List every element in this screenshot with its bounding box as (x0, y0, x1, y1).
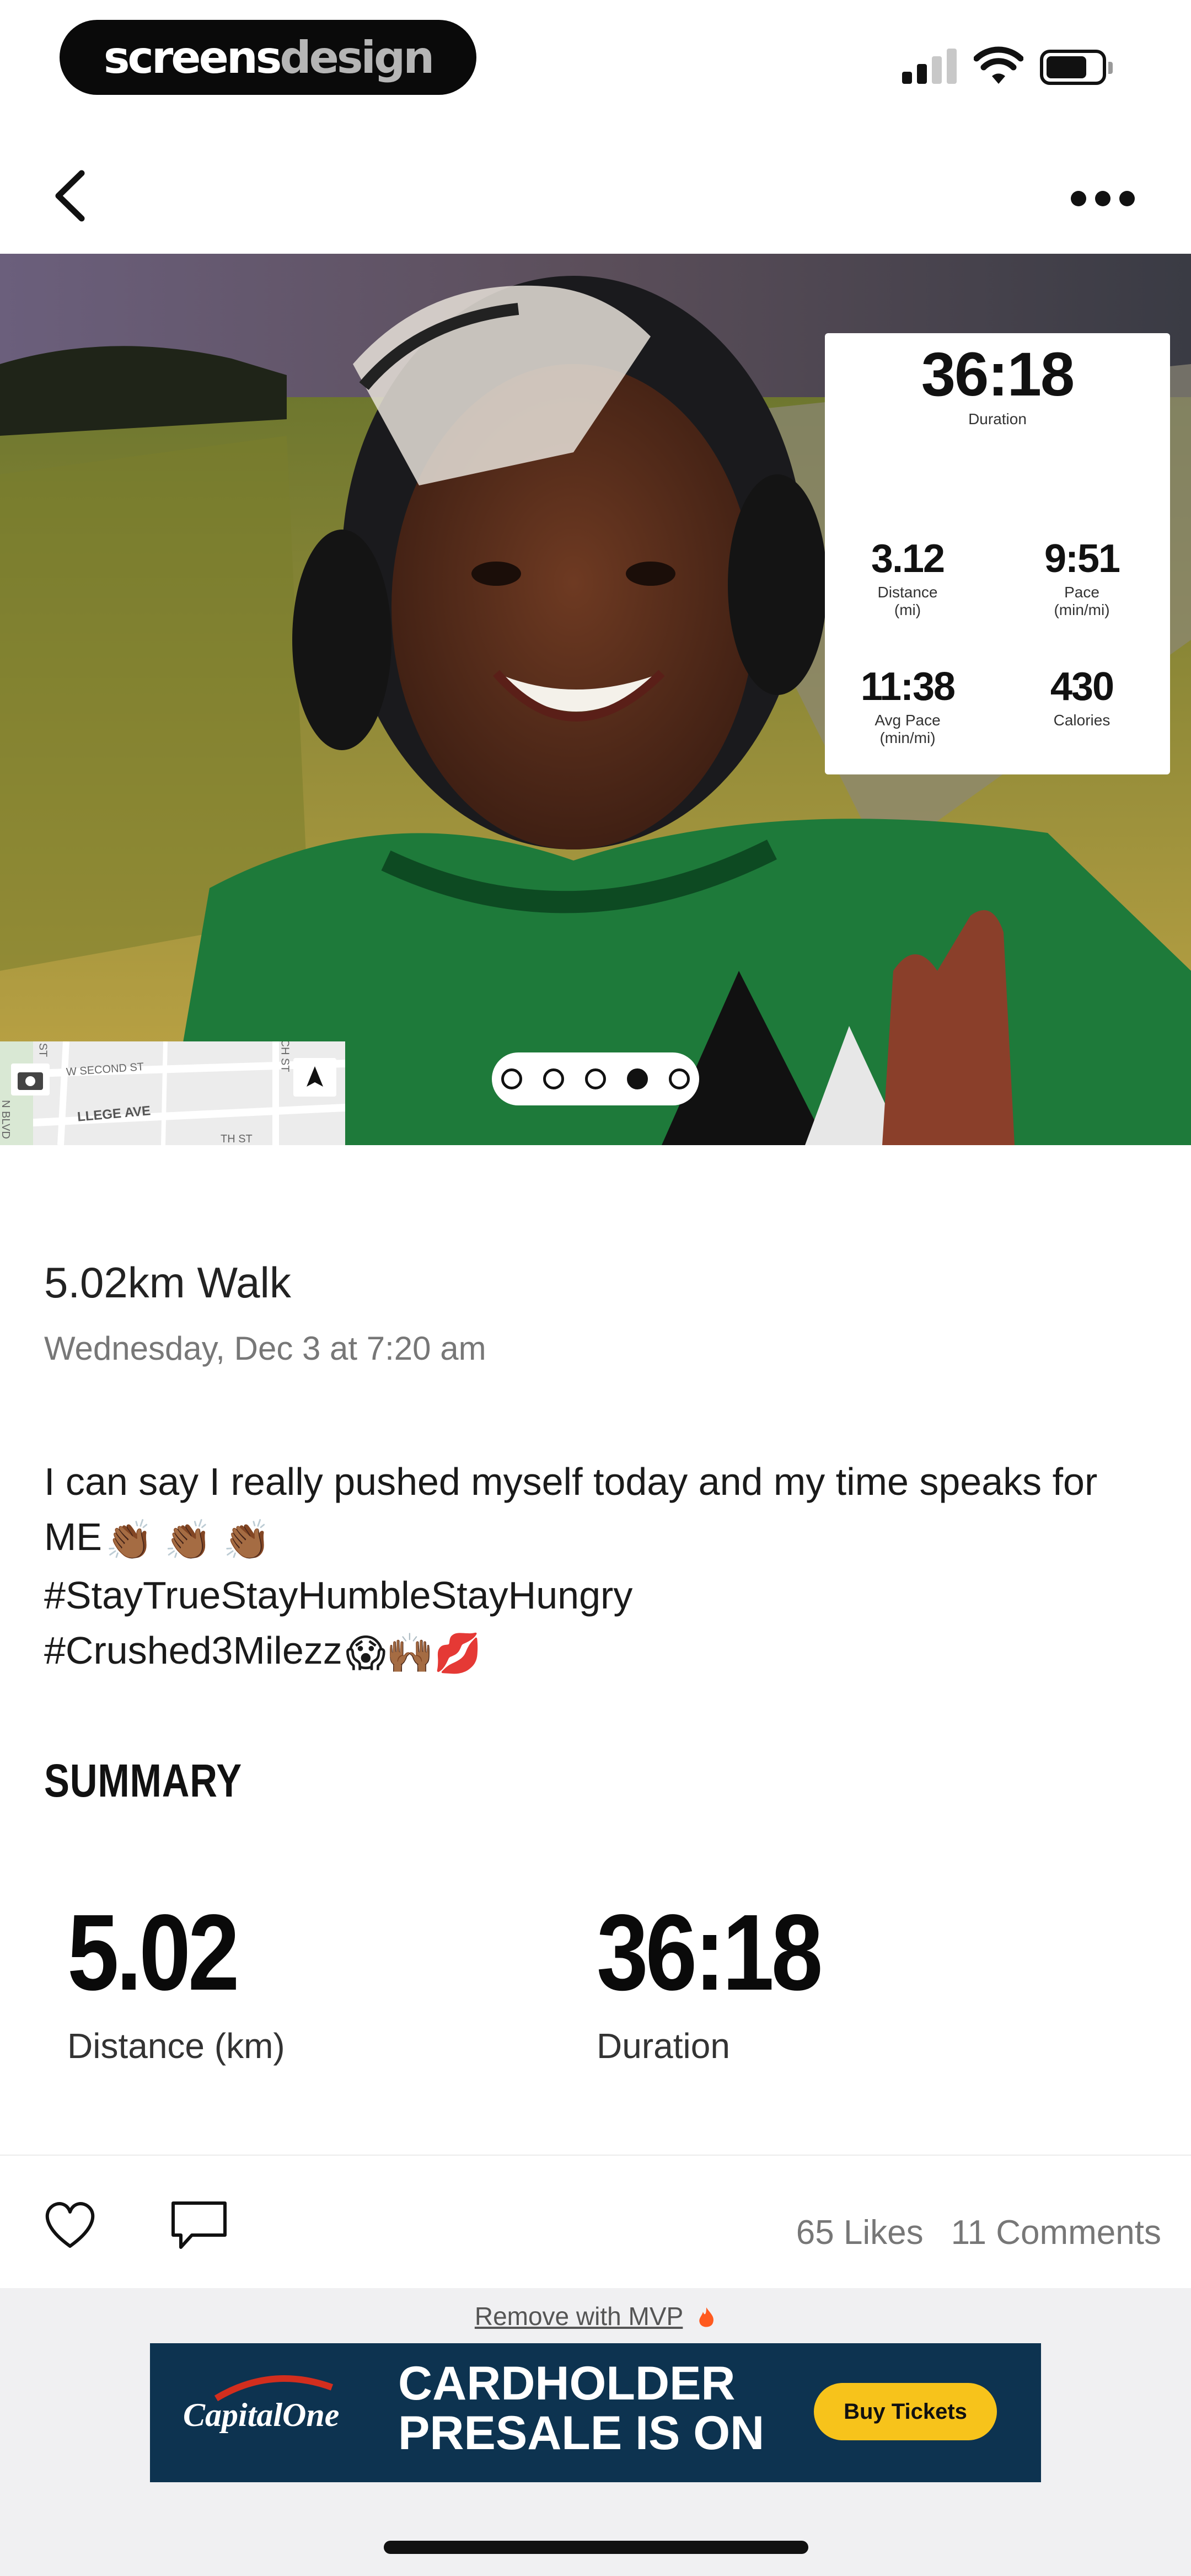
engagement-counts: 65 Likes 11 Comments (796, 2213, 1161, 2252)
clapping-hands-emoji: 👏🏾 👏🏾 👏🏾 (105, 1518, 271, 1562)
card-avg-pace-unit: (min/mi) (879, 729, 936, 746)
card-distance-label: Distance (877, 584, 938, 601)
brand-text-part1: screens (103, 31, 282, 83)
card-duration: 36:18 Duration (825, 333, 1170, 428)
ad-banner[interactable]: CapitalOne CARDHOLDER PRESALE IS ON Buy … (150, 2343, 1041, 2482)
summary-distance-value: 5.02 (67, 1892, 240, 2013)
carousel-dot[interactable] (585, 1068, 606, 1089)
activity-date: Wednesday, Dec 3 at 7:20 am (44, 1330, 486, 1367)
card-calories-value: 430 (1050, 665, 1114, 709)
carousel-dot[interactable] (627, 1068, 648, 1089)
card-distance-value: 3.12 (871, 537, 945, 581)
carousel-dot[interactable] (501, 1068, 522, 1089)
hashtag-link[interactable]: #Crushed3Milezz (44, 1629, 342, 1672)
comment-icon (171, 2201, 227, 2249)
cellular-signal-icon (902, 49, 957, 84)
battery-icon (1040, 50, 1113, 85)
summary-duration: 36:18 Duration (597, 1898, 856, 2070)
summary-duration-value: 36:18 (597, 1892, 823, 2013)
home-indicator[interactable] (384, 2541, 808, 2554)
card-calories: 430 Calories (1010, 662, 1154, 729)
ad-brand-logo: CapitalOne (183, 2397, 340, 2433)
ad-headline: CARDHOLDER PRESALE IS ON (398, 2357, 765, 2460)
activity-description: I can say I really pushed myself today a… (44, 1454, 1158, 1681)
summary-heading: SUMMARY (44, 1755, 243, 1807)
more-options-button[interactable] (1059, 182, 1147, 215)
card-pace-label: Pace (1064, 584, 1099, 601)
chevron-left-icon (55, 170, 85, 222)
like-button[interactable] (40, 2196, 100, 2252)
card-distance: 3.12 Distance (mi) (836, 534, 979, 619)
route-map (0, 1041, 345, 1145)
carousel-page-indicator[interactable] (492, 1052, 699, 1105)
brand-text-part2: design (280, 31, 434, 83)
status-bar: screens design (0, 0, 1191, 127)
hashtag-link[interactable]: #StayTrueStayHumbleStayHungry (44, 1568, 1158, 1623)
map-street-label-6: TH ST (221, 1133, 253, 1145)
post-actions-bar: 65 Likes 11 Comments (0, 2156, 1191, 2288)
card-avg-pace-value: 11:38 (860, 665, 956, 709)
map-street-label-3: N BLVD (0, 1100, 12, 1139)
carousel-dot[interactable] (669, 1068, 690, 1089)
remove-ads-text[interactable]: Remove with MVP (475, 2302, 683, 2331)
card-calories-label: Calories (1053, 712, 1110, 729)
card-pace-value: 9:51 (1044, 537, 1120, 581)
workout-stats-card: 36:18 Duration 3.12 Distance (mi) 9:51 P… (825, 333, 1170, 774)
likes-count[interactable]: 65 Likes (796, 2214, 924, 2252)
remove-ads-link[interactable]: Remove with MVP (0, 2301, 1191, 2331)
card-duration-value: 36:18 (921, 340, 1075, 409)
flame-icon (699, 2307, 714, 2327)
ad-area: Remove with MVP CapitalOne CARDHOLDER PR… (0, 2288, 1191, 2576)
card-avg-pace-label: Avg Pace (875, 712, 941, 729)
activity-photo-carousel[interactable]: 36:18 Duration 3.12 Distance (mi) 9:51 P… (0, 254, 1191, 1145)
description-line-1: I can say I really pushed myself today a… (44, 1454, 1158, 1568)
comments-count[interactable]: 11 Comments (951, 2214, 1161, 2252)
carousel-dot[interactable] (543, 1068, 564, 1089)
summary-duration-label: Duration (597, 2026, 730, 2066)
summary-distance: 5.02 Distance (km) (67, 1898, 299, 2070)
reaction-emojis: 😱🙌🏾💋 (345, 1632, 482, 1675)
card-avg-pace: 11:38 Avg Pace (min/mi) (836, 662, 979, 747)
card-duration-label: Duration (968, 410, 1027, 427)
map-street-label-5: ST (36, 1043, 49, 1057)
brand-logo: screens design (60, 20, 476, 95)
card-pace-unit: (min/mi) (1054, 601, 1110, 618)
top-navigation (0, 127, 1191, 254)
card-pace: 9:51 Pace (min/mi) (1010, 534, 1154, 619)
back-button[interactable] (44, 165, 99, 226)
comment-button[interactable] (169, 2198, 229, 2253)
card-distance-unit: (mi) (894, 601, 921, 618)
buy-tickets-button[interactable]: Buy Tickets (814, 2383, 997, 2440)
map-street-label-4: CH ST (278, 1041, 291, 1072)
summary-distance-label: Distance (km) (67, 2026, 285, 2066)
more-horizontal-icon (1071, 191, 1086, 206)
route-map-thumbnail[interactable]: W SECOND ST LLEGE AVE N BLVD CH ST ST TH… (0, 1041, 345, 1145)
activity-title: 5.02km Walk (44, 1258, 291, 1307)
heart-icon (45, 2202, 95, 2248)
hashtag-line-2: #Crushed3Milezz😱🙌🏾💋 (44, 1623, 1158, 1681)
wifi-icon (974, 46, 1023, 84)
